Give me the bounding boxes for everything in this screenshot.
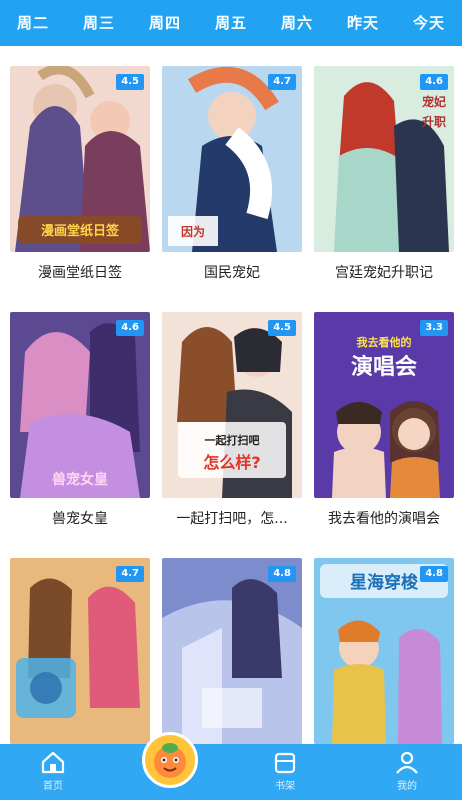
- bottom-navigation: 首页 书架 我的: [0, 732, 462, 800]
- tab-tuesday[interactable]: 周二: [0, 0, 66, 46]
- shelf-icon: [274, 752, 296, 774]
- comic-cover[interactable]: 一起打扫吧 怎么样?: [162, 312, 302, 498]
- svg-text:兽宠女皇: 兽宠女皇: [52, 471, 108, 488]
- comic-cover[interactable]: 漫画堂纸日签: [10, 66, 150, 252]
- rating-badge: 4.8: [420, 566, 448, 582]
- rating-badge: 4.8: [268, 566, 296, 582]
- rating-badge: 4.6: [116, 320, 144, 336]
- comic-title[interactable]: 兽宠女皇: [6, 508, 154, 528]
- comic-title[interactable]: 漫画堂纸日签: [6, 262, 154, 282]
- nav-profile[interactable]: 我的: [372, 750, 442, 792]
- user-icon: [396, 751, 418, 774]
- svg-text:宠妃: 宠妃: [422, 94, 446, 109]
- svg-text:因为: 因为: [181, 224, 205, 239]
- comic-cover[interactable]: 我去看他的 演唱会: [314, 312, 454, 498]
- tab-saturday[interactable]: 周六: [264, 0, 330, 46]
- comic-cover[interactable]: 因为: [162, 66, 302, 252]
- day-tab-bar: 周二 周三 周四 周五 周六 昨天 今天: [0, 0, 462, 46]
- tab-wednesday[interactable]: 周三: [66, 0, 132, 46]
- svg-text:怎么样?: 怎么样?: [203, 453, 260, 472]
- app-screen: 周二 周三 周四 周五 周六 昨天 今天 漫画堂纸日签 4.5 漫画堂纸日签 因…: [0, 0, 462, 800]
- nav-mascot[interactable]: [142, 732, 198, 788]
- svg-text:升职: 升职: [422, 114, 446, 129]
- nav-shelf[interactable]: 书架: [250, 750, 320, 792]
- home-icon: [41, 751, 65, 774]
- nav-profile-label: 我的: [397, 781, 417, 792]
- comic-cover[interactable]: [162, 558, 302, 744]
- tab-thursday[interactable]: 周四: [132, 0, 198, 46]
- comic-cover[interactable]: [10, 558, 150, 744]
- tab-friday[interactable]: 周五: [198, 0, 264, 46]
- rating-badge: 4.5: [116, 74, 144, 90]
- tab-today[interactable]: 今天: [396, 0, 462, 46]
- svg-text:星海穿梭: 星海穿梭: [350, 572, 419, 593]
- comic-title[interactable]: 国民宠妃: [158, 262, 306, 282]
- comic-cover[interactable]: 星海穿梭: [314, 558, 454, 744]
- rating-badge: 4.7: [116, 566, 144, 582]
- rating-badge: 3.3: [420, 320, 448, 336]
- svg-text:演唱会: 演唱会: [351, 354, 417, 380]
- nav-shelf-label: 书架: [275, 781, 295, 792]
- svg-text:一起打扫吧: 一起打扫吧: [205, 433, 260, 447]
- rating-badge: 4.7: [268, 74, 296, 90]
- nav-home-label: 首页: [43, 781, 63, 792]
- comic-title[interactable]: 宫廷宠妃升职记: [310, 262, 458, 282]
- comic-title[interactable]: 我去看他的演唱会: [310, 508, 458, 528]
- mascot-icon: [154, 743, 186, 778]
- comic-title[interactable]: 一起打扫吧，怎...: [158, 508, 306, 528]
- comic-cover[interactable]: 宠妃 升职: [314, 66, 454, 252]
- svg-text:漫画堂纸日签: 漫画堂纸日签: [41, 223, 120, 239]
- comic-cover[interactable]: 兽宠女皇: [10, 312, 150, 498]
- tab-yesterday[interactable]: 昨天: [330, 0, 396, 46]
- rating-badge: 4.6: [420, 74, 448, 90]
- rating-badge: 4.5: [268, 320, 296, 336]
- nav-home[interactable]: 首页: [18, 750, 88, 792]
- svg-text:我去看他的: 我去看他的: [357, 335, 412, 349]
